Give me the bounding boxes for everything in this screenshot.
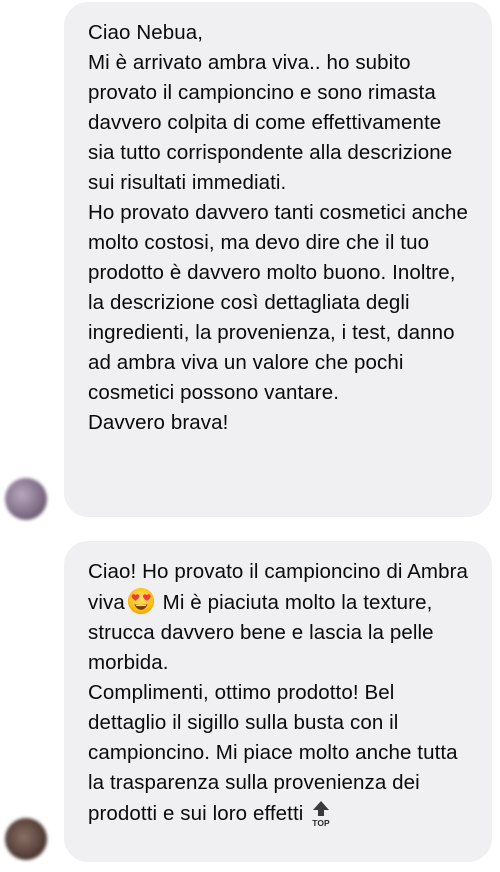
message-bubble: Ciao Nebua, Mi è arrivato ambra viva.. h… <box>64 2 492 517</box>
message-bubble: Ciao! Ho provato il campioncino di Ambra… <box>64 541 492 862</box>
message-paragraph: Complimenti, ottimo prodotto! Bel dettag… <box>88 678 472 829</box>
sender-avatar[interactable] <box>5 478 47 520</box>
message-paragraph: Mi è arrivato ambra viva.. ho subito pro… <box>88 51 453 194</box>
message-greeting: Ciao Nebua, <box>88 21 204 44</box>
message-paragraph: Ciao! Ho provato il campioncino di Ambra… <box>88 557 472 678</box>
sender-avatar[interactable] <box>5 818 47 860</box>
message-closing: Davvero brava! <box>88 411 229 434</box>
heart-eyes-emoji-icon <box>127 587 154 615</box>
top-icon-label: TOP <box>313 818 331 828</box>
message-paragraph: Ho provato davvero tanti cosmetici anche… <box>88 201 469 404</box>
message-text: Complimenti, ottimo prodotto! Bel dettag… <box>88 681 458 825</box>
top-arrow-icon: TOP <box>309 798 333 828</box>
